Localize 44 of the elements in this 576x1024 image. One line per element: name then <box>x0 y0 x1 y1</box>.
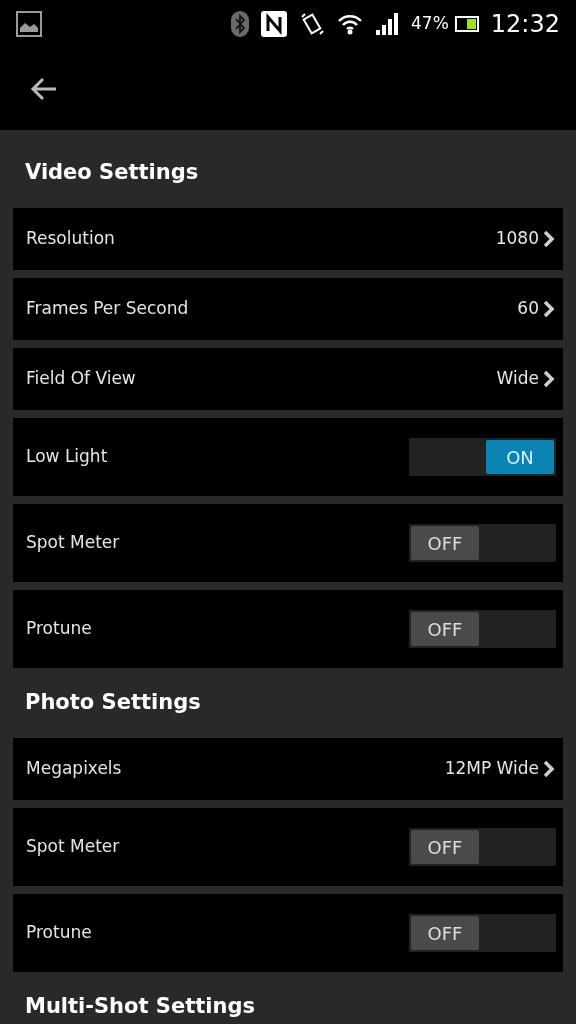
battery-icon <box>454 16 479 32</box>
wifi-icon <box>337 12 364 36</box>
toggle-switch[interactable]: OFF <box>409 828 556 866</box>
setting-row[interactable]: Resolution 1080 <box>13 208 563 270</box>
toggle-knob: OFF <box>411 526 479 560</box>
vibrate-icon <box>299 11 326 37</box>
setting-row[interactable]: Field Of View Wide <box>13 348 563 410</box>
battery-percent: 47% <box>411 12 449 36</box>
setting-value: 12MP Wide <box>444 757 539 781</box>
setting-label: Low Light <box>26 445 108 469</box>
toggle-knob: OFF <box>411 612 479 646</box>
toggle-knob: OFF <box>411 916 479 950</box>
toggle-knob: OFF <box>411 830 479 864</box>
image-icon <box>16 11 42 37</box>
chevron-right-icon <box>543 230 555 248</box>
toggle-knob: ON <box>486 440 554 474</box>
back-arrow-icon[interactable] <box>30 77 58 101</box>
setting-value: 1080 <box>495 227 539 251</box>
bluetooth-icon <box>231 11 250 37</box>
setting-row[interactable]: Frames Per Second 60 <box>13 278 563 340</box>
chevron-right-icon <box>543 760 555 778</box>
setting-row[interactable]: Megapixels 12MP Wide <box>13 738 563 800</box>
section-heading: Photo Settings <box>24 689 201 717</box>
setting-value: 60 <box>517 297 539 321</box>
section-heading: Multi-Shot Settings <box>24 993 255 1021</box>
setting-label: Protune <box>26 921 92 945</box>
setting-label: Protune <box>26 617 92 641</box>
chevron-right-icon <box>543 370 555 388</box>
setting-label: Frames Per Second <box>26 297 189 321</box>
setting-label: Resolution <box>26 227 115 251</box>
toggle-switch[interactable]: ON <box>409 438 556 476</box>
setting-label: Spot Meter <box>26 531 120 555</box>
clock: 12:32 <box>490 9 560 40</box>
nfc-icon <box>261 11 288 37</box>
setting-label: Megapixels <box>26 757 122 781</box>
chevron-right-icon <box>543 300 555 318</box>
section-heading: Video Settings <box>24 159 199 187</box>
signal-icon <box>375 12 400 36</box>
toggle-switch[interactable]: OFF <box>409 524 556 562</box>
toggle-switch[interactable]: OFF <box>409 914 556 952</box>
setting-value: Wide <box>496 367 539 391</box>
setting-label: Field Of View <box>26 367 136 391</box>
toggle-switch[interactable]: OFF <box>409 610 556 648</box>
setting-label: Spot Meter <box>26 835 120 859</box>
